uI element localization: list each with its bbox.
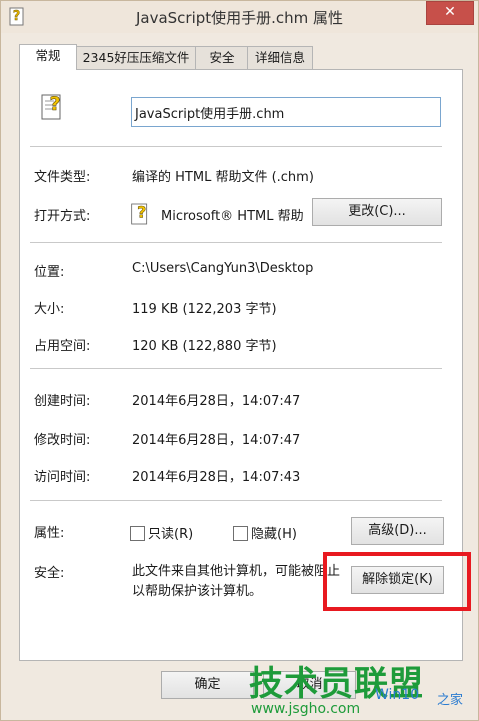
security-text-line1: 此文件来自其他计算机，可能被阻止 (132, 564, 341, 579)
change-button[interactable]: 更改(C)... (312, 198, 442, 226)
security-text-line2: 以帮助保护该计算机。 (132, 584, 263, 599)
tab-security[interactable]: 安全 (195, 46, 249, 69)
readonly-checkbox[interactable] (130, 526, 145, 541)
file-name-input[interactable]: JavaScript使用手册.chm (131, 97, 441, 127)
window-title: JavaScript使用手册.chm 属性 (135, 9, 344, 27)
size-value: 119 KB (122,203 字节) (132, 302, 277, 317)
svg-text:?: ? (137, 202, 146, 221)
svg-text:?: ? (49, 93, 60, 115)
tab-details[interactable]: 详细信息 (247, 46, 313, 69)
properties-window: ? JavaScript使用手册.chm 属性 ✕ 常规 2345好压压缩文件 … (0, 0, 479, 721)
help-app-icon: ? (131, 202, 148, 225)
advanced-button[interactable]: 高级(D)... (351, 517, 444, 545)
disk-size-label: 占用空间: (34, 339, 91, 354)
divider (30, 500, 442, 501)
title-bar: ? JavaScript使用手册.chm 属性 ✕ (1, 1, 478, 33)
location-label: 位置: (34, 265, 65, 280)
tab-general[interactable]: 常规 (19, 44, 77, 70)
created-label: 创建时间: (34, 394, 91, 409)
readonly-label[interactable]: 只读(R) (148, 523, 193, 542)
watermark-win: Win10 (375, 687, 420, 703)
divider (30, 146, 442, 147)
unblock-highlight-box (323, 552, 471, 611)
security-label: 安全: (34, 566, 65, 581)
divider (30, 368, 442, 369)
close-button[interactable]: ✕ (426, 1, 474, 25)
ok-button[interactable]: 确定 (161, 671, 254, 699)
accessed-value: 2014年6月28日，14:07:43 (132, 470, 301, 485)
file-type-value: 编译的 HTML 帮助文件 (.chm) (132, 170, 314, 185)
watermark-home: 之家 (437, 693, 464, 708)
open-with-label: 打开方式: (34, 209, 91, 224)
created-value: 2014年6月28日，14:07:47 (132, 394, 301, 409)
open-with-value: Microsoft® HTML 帮助 (161, 209, 304, 224)
close-icon: ✕ (444, 4, 456, 20)
location-value: C:\Users\CangYun3\Desktop (132, 261, 314, 276)
size-label: 大小: (34, 302, 65, 317)
file-type-label: 文件类型: (34, 170, 91, 185)
modified-value: 2014年6月28日，14:07:47 (132, 433, 301, 448)
divider (30, 242, 442, 243)
attributes-label: 属性: (34, 526, 65, 541)
watermark-url: www.jsgho.com (251, 701, 361, 717)
modified-label: 修改时间: (34, 433, 91, 448)
chm-file-icon: ? (41, 93, 61, 120)
hidden-label[interactable]: 隐藏(H) (251, 523, 297, 542)
tab-2345-compress[interactable]: 2345好压压缩文件 (75, 46, 197, 69)
accessed-label: 访问时间: (34, 470, 91, 485)
hidden-checkbox[interactable] (233, 526, 248, 541)
disk-size-value: 120 KB (122,880 字节) (132, 339, 277, 354)
